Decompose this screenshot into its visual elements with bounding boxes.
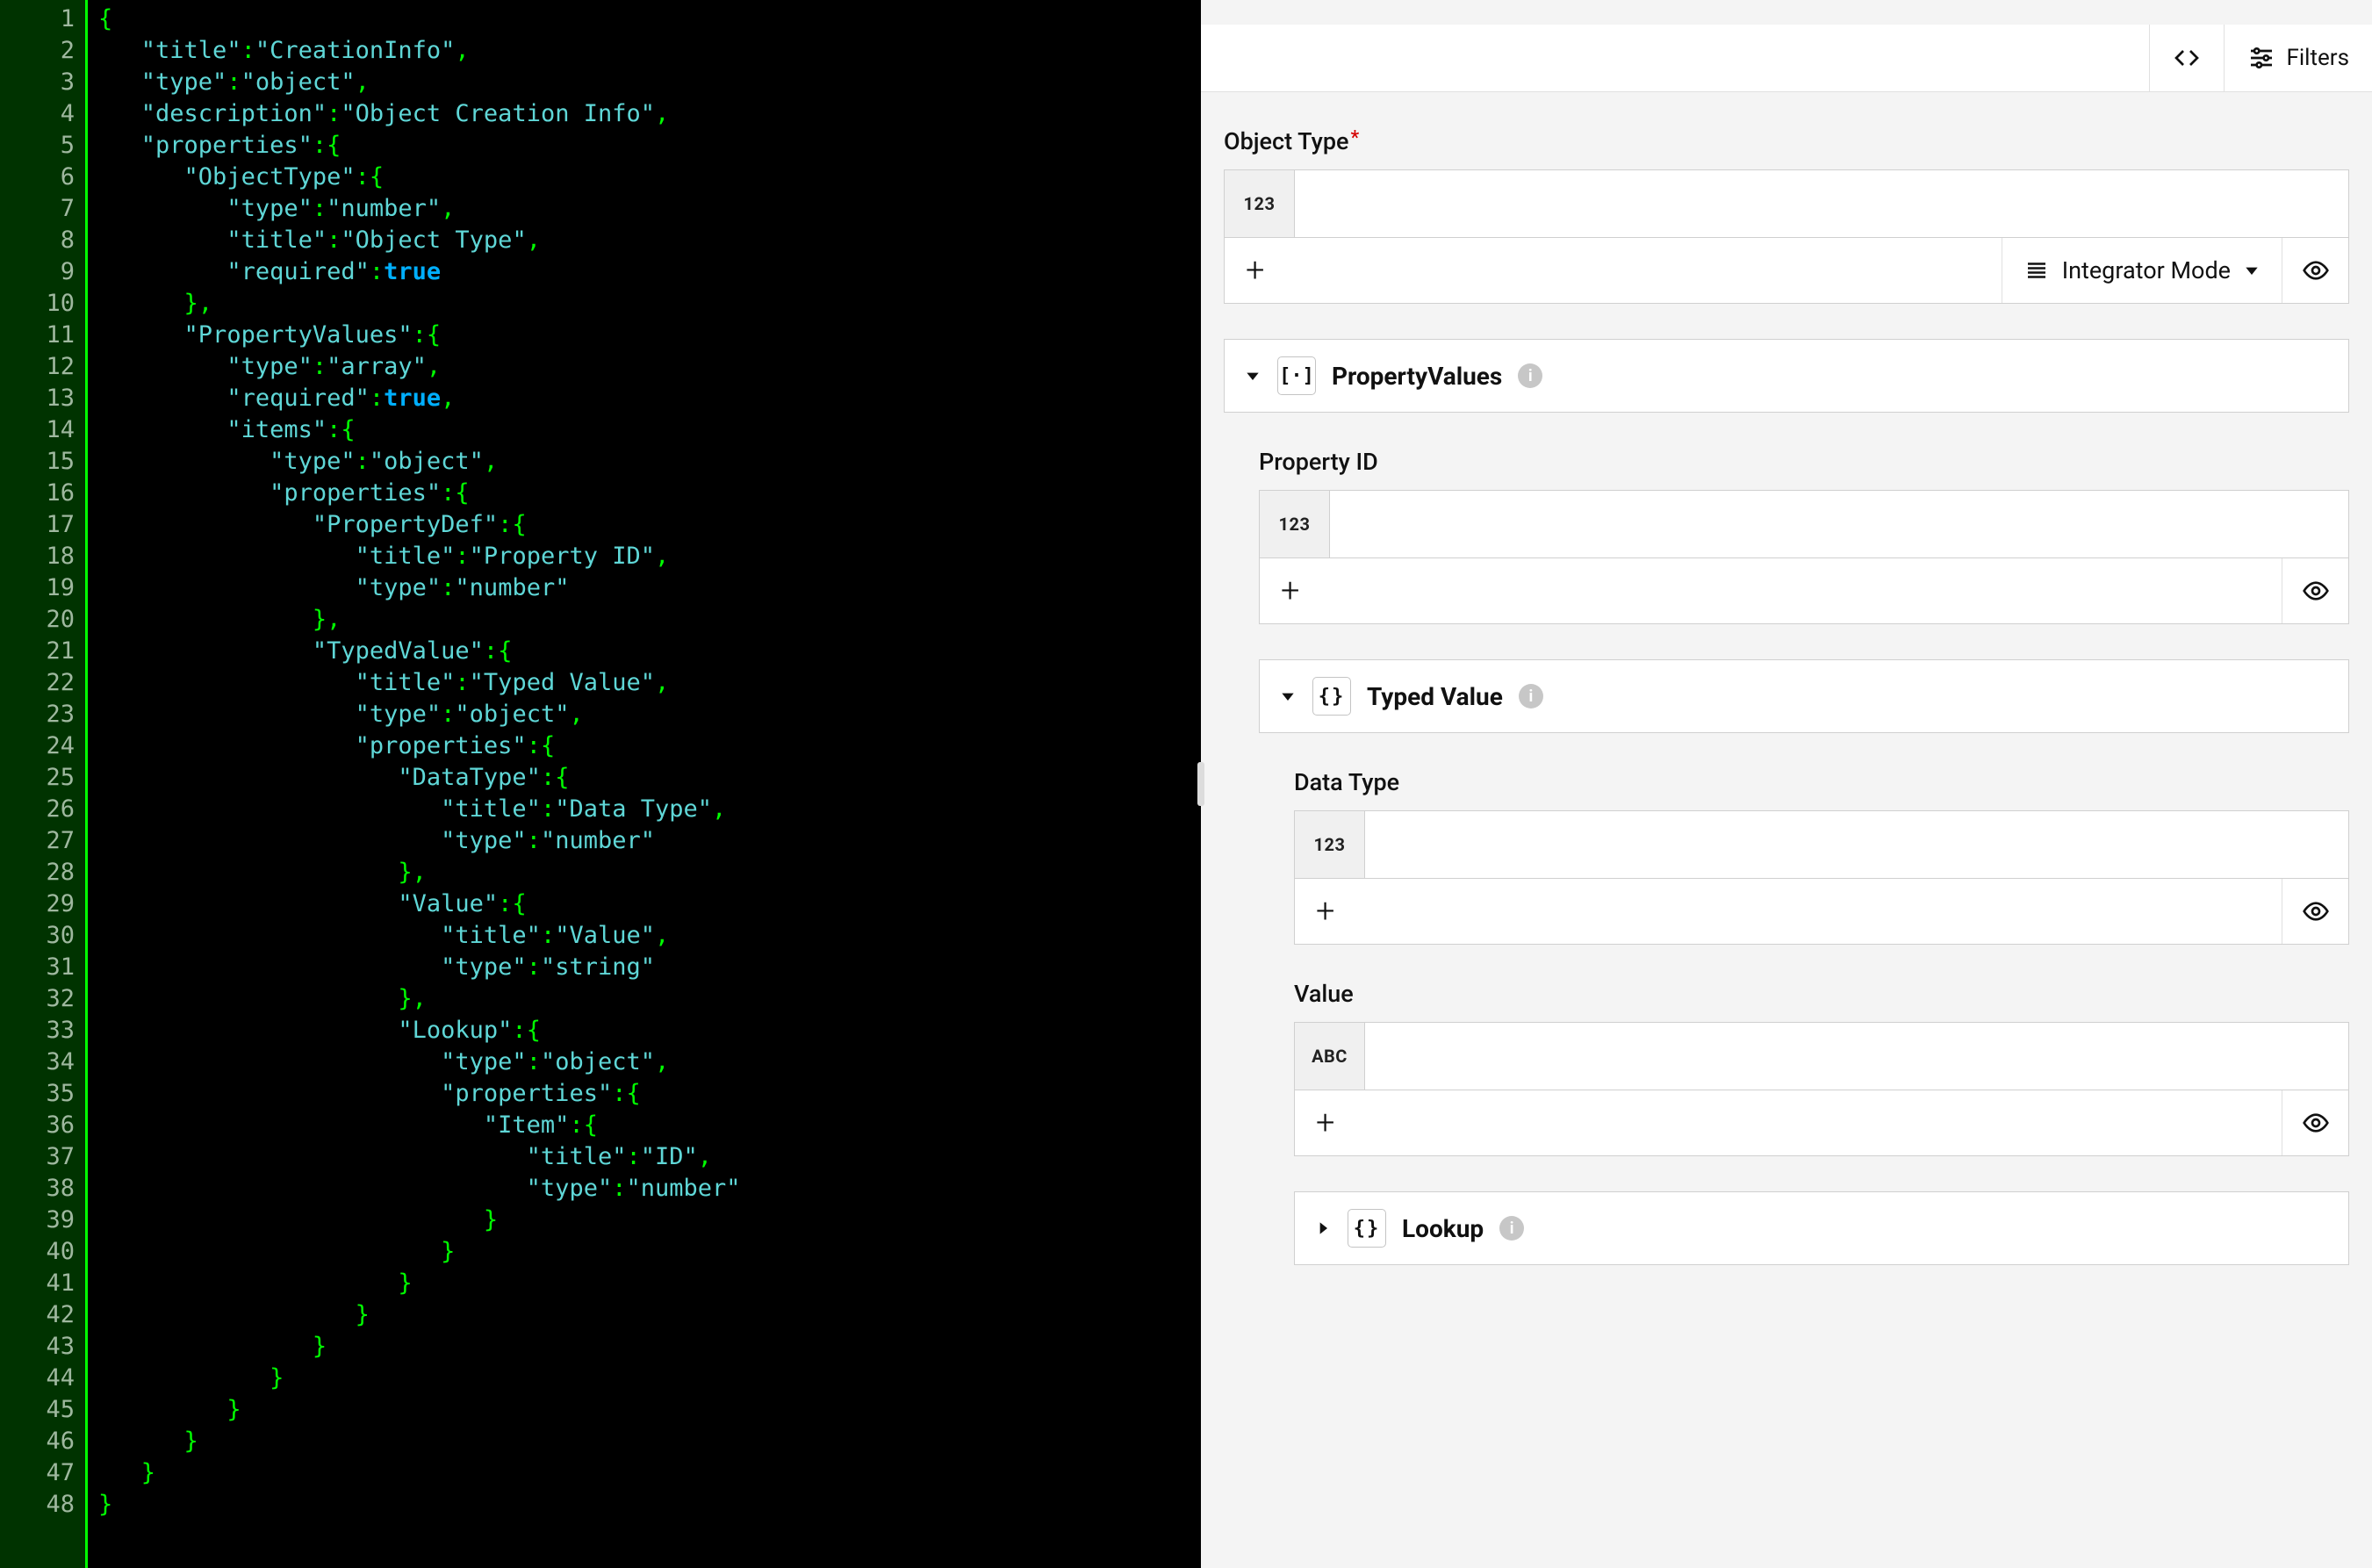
lookup-title: Lookup <box>1402 1214 1484 1243</box>
object-type-input-row: 123 <box>1224 169 2349 237</box>
property-values-title: PropertyValues <box>1332 362 1502 391</box>
caret-down-icon <box>2243 262 2261 279</box>
code-editor[interactable]: 1234567891011121314151617181920212223242… <box>0 0 1201 1568</box>
typed-value-header[interactable]: {} Typed Value i <box>1259 659 2349 733</box>
code-icon <box>2173 44 2201 72</box>
caret-right-icon <box>1314 1219 1332 1237</box>
number-badge: 123 <box>1225 170 1295 237</box>
info-icon[interactable]: i <box>1519 684 1543 708</box>
data-type-label: Data Type <box>1294 768 2349 796</box>
integrator-mode-dropdown[interactable]: Integrator Mode <box>2002 238 2282 303</box>
filters-label: Filters <box>2286 45 2349 71</box>
object-type-label: Object Type* <box>1224 127 2349 155</box>
eye-icon <box>2302 256 2330 284</box>
value-label: Value <box>1294 980 2349 1008</box>
list-icon <box>2023 257 2050 284</box>
add-icon[interactable]: + <box>1316 1106 1334 1140</box>
lookup-header[interactable]: {} Lookup i <box>1294 1191 2349 1265</box>
eye-icon <box>2302 1109 2330 1137</box>
object-type-icon: {} <box>1348 1209 1386 1248</box>
integrator-mode-label: Integrator Mode <box>2062 256 2231 284</box>
number-badge: 123 <box>1295 811 1365 878</box>
eye-icon <box>2302 577 2330 605</box>
visibility-toggle[interactable] <box>2282 879 2348 944</box>
code-view-toggle[interactable] <box>2149 25 2224 92</box>
typed-value-title: Typed Value <box>1367 682 1503 711</box>
add-icon[interactable]: + <box>1246 254 1264 287</box>
visibility-toggle[interactable] <box>2282 558 2348 623</box>
info-icon[interactable]: i <box>1518 363 1542 388</box>
caret-down-icon <box>1279 687 1297 705</box>
object-type-actions: + Integrator Mode <box>1224 237 2349 304</box>
add-icon[interactable]: + <box>1281 574 1299 608</box>
eye-icon <box>2302 897 2330 925</box>
top-strip <box>1201 0 2372 25</box>
array-type-icon: [·] <box>1277 356 1316 395</box>
value-input[interactable] <box>1365 1023 2348 1090</box>
property-values-header[interactable]: [·] PropertyValues i <box>1224 339 2349 413</box>
form-panel: Filters Object Type* 123 + Integrator Mo… <box>1201 0 2372 1568</box>
filters-button[interactable]: Filters <box>2224 25 2372 92</box>
number-badge: 123 <box>1260 491 1330 557</box>
property-id-input[interactable] <box>1330 491 2348 557</box>
code-content[interactable]: { "title":"CreationInfo", "type":"object… <box>88 0 1201 1568</box>
caret-down-icon <box>1244 367 1261 385</box>
add-icon[interactable]: + <box>1316 895 1334 928</box>
panel-resize-handle[interactable] <box>1197 762 1204 806</box>
string-badge: ABC <box>1295 1023 1365 1090</box>
property-id-label: Property ID <box>1259 448 2349 476</box>
object-type-input[interactable] <box>1295 170 2348 237</box>
object-type-icon: {} <box>1312 677 1351 716</box>
toolbar: Filters <box>1201 25 2372 92</box>
info-icon[interactable]: i <box>1499 1216 1524 1241</box>
data-type-input[interactable] <box>1365 811 2348 878</box>
visibility-toggle[interactable] <box>2282 238 2348 303</box>
filters-icon <box>2247 44 2275 72</box>
line-gutter: 1234567891011121314151617181920212223242… <box>0 0 88 1568</box>
visibility-toggle[interactable] <box>2282 1090 2348 1155</box>
